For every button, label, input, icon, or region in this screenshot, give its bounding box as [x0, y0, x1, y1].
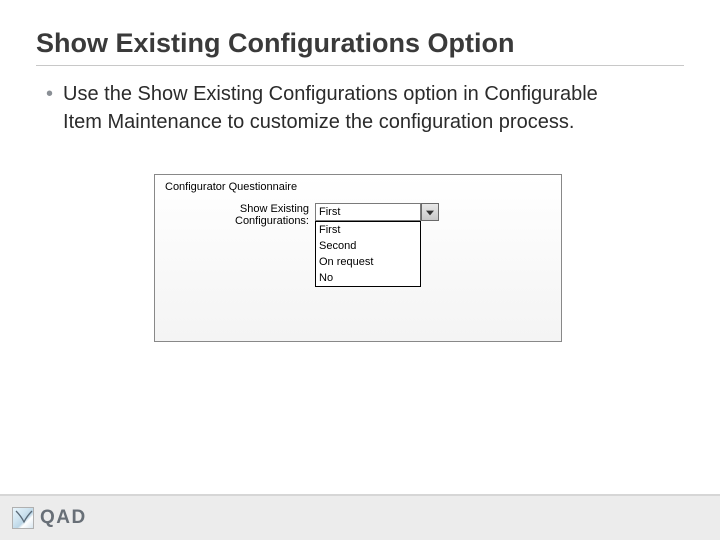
combobox-item[interactable]: No — [316, 270, 420, 286]
bullet-text: Use the Show Existing Configurations opt… — [63, 80, 623, 136]
footer-bar: QAD — [0, 494, 720, 540]
bullet-marker: • — [46, 80, 53, 108]
groupbox-label: Configurator Questionnaire — [165, 181, 551, 193]
field-row: Show Existing Configurations: First Firs… — [165, 203, 551, 287]
chevron-down-icon — [426, 203, 434, 221]
combobox[interactable]: First — [315, 203, 439, 221]
slide: Show Existing Configurations Option • Us… — [0, 0, 720, 540]
combobox-dropdown-button[interactable] — [421, 203, 439, 221]
combobox-item[interactable]: On request — [316, 254, 420, 270]
combobox-value[interactable]: First — [315, 203, 421, 221]
combobox-list[interactable]: First Second On request No — [315, 221, 421, 287]
brand-mark-icon — [12, 507, 34, 529]
slide-body: • Use the Show Existing Configurations o… — [36, 80, 684, 342]
slide-title: Show Existing Configurations Option — [36, 28, 684, 66]
bullet-item: • Use the Show Existing Configurations o… — [46, 80, 684, 136]
brand-logo: QAD — [12, 507, 87, 529]
config-panel: Configurator Questionnaire Show Existing… — [154, 174, 562, 342]
combobox-item[interactable]: Second — [316, 238, 420, 254]
brand-name: QAD — [40, 507, 87, 529]
field-label: Show Existing Configurations: — [165, 203, 315, 227]
combobox-item[interactable]: First — [316, 222, 420, 238]
combobox-container: First First Second On request No — [315, 203, 439, 287]
